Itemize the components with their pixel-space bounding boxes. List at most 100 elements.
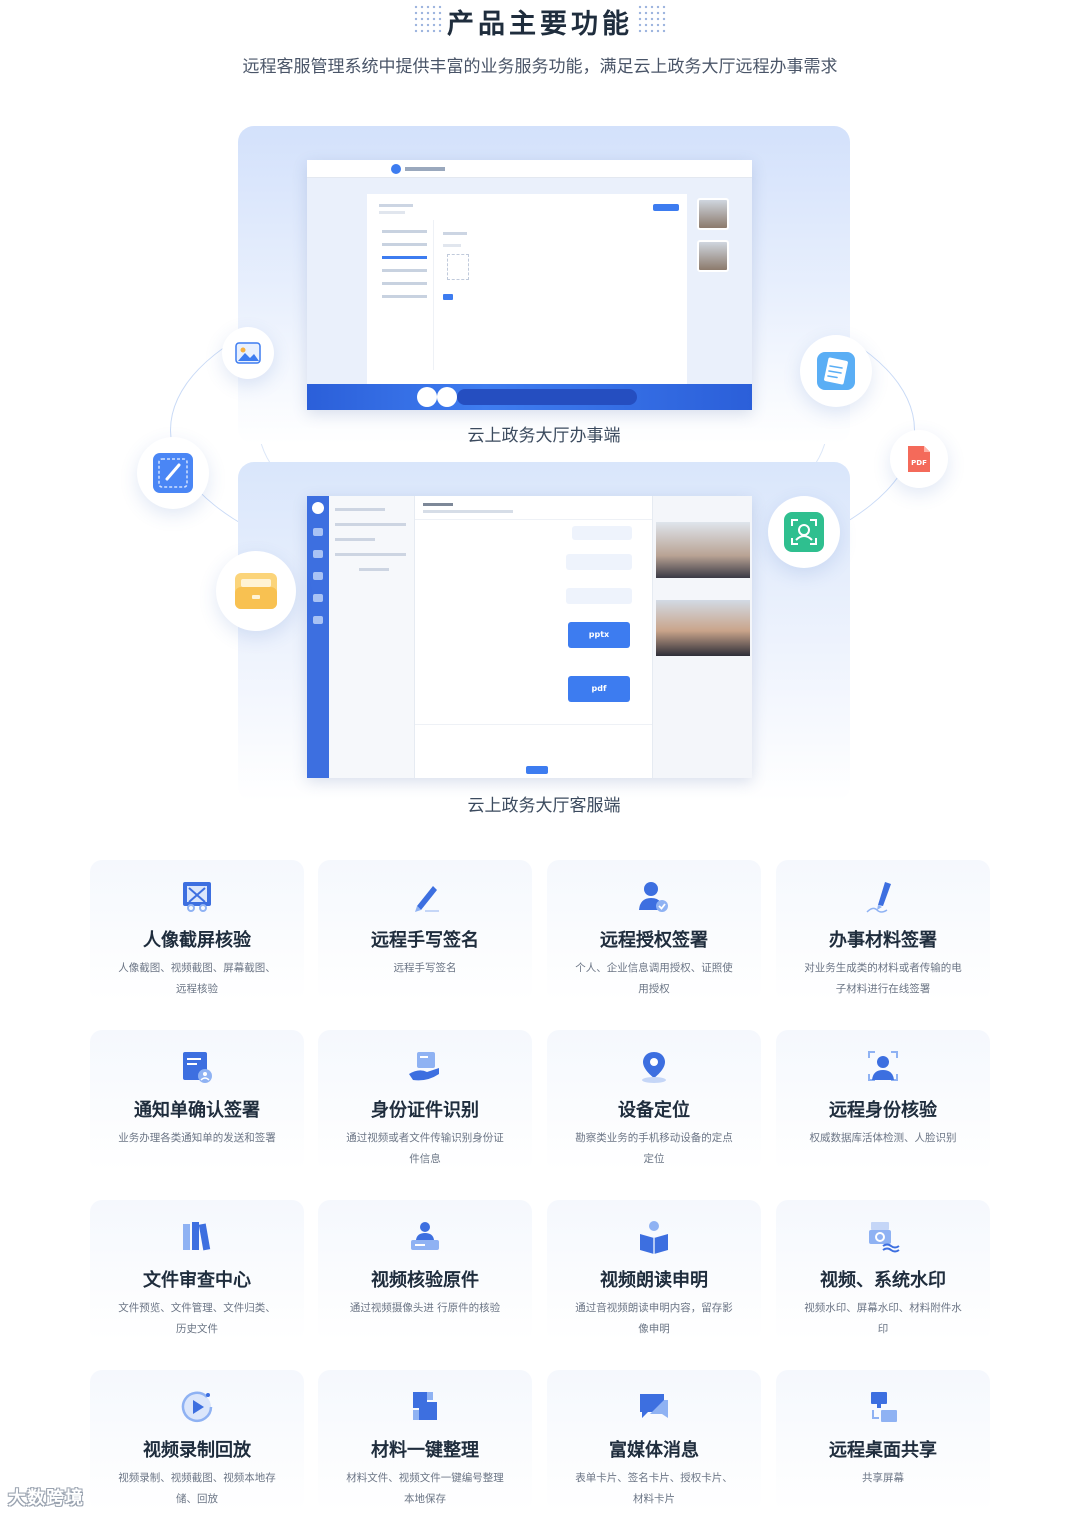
chat-message-icon [640,1394,668,1418]
feature-title: 视频核验原件 [371,1270,479,1291]
location-pin-icon [642,1052,666,1083]
feature-card: 文件审查中心 文件预览、文件管理、文件归类、历史文件 [90,1200,304,1342]
app-name-placeholder [405,167,445,171]
feature-title: 视频录制回放 [143,1440,251,1461]
organize-files-icon [413,1392,437,1420]
agent-video-feed [656,600,750,656]
face-verify-icon [868,1051,898,1081]
page-subtitle: 远程客服管理系统中提供丰富的业务服务功能，满足云上政务大厅远程办事需求 [242,57,838,77]
feature-card: 远程授权签署 个人、企业信息调用授权、证照使用授权 [547,860,761,1002]
message-bubble [566,588,632,604]
page-title: 产品主要功能 [447,9,633,40]
feature-title: 材料一键整理 [371,1440,479,1461]
service-video-panel [652,496,752,778]
folder-icon [216,551,296,631]
feature-title: 身份证件识别 [371,1100,479,1121]
office-caption: 云上政务大厅办事端 [467,426,621,446]
office-topbar [307,160,752,178]
read-statement-icon [640,1221,668,1254]
feature-title: 人像截屏核验 [143,930,251,951]
feature-desc: 勘察类业务的手机移动设备的定点定位 [575,1132,733,1165]
feature-desc: 材料文件、视频文件一键编号整理本地保存 [346,1472,504,1505]
service-nav-rail[interactable] [307,496,329,778]
notice-confirm-icon [183,1052,212,1083]
service-chat-area: pptx pdf [415,496,652,778]
feature-card: 通知单确认签署 业务办理各类通知单的发送和签署 [90,1030,304,1172]
user-video-thumb [697,240,729,272]
pdf-icon: PDF [890,430,948,488]
camera-icon[interactable] [437,387,457,407]
feature-desc: 权威数据库活体检测、人脸识别 [809,1132,957,1144]
id-card-icon [409,1052,439,1081]
feature-card: 视频、系统水印 视频水印、屏幕水印、材料附件水印 [776,1200,990,1342]
feature-card: 人像截屏核验 人像截图、视频截图、屏幕截图、远程核验 [90,860,304,1002]
submit-button[interactable] [653,204,679,211]
video-playback-icon [181,1391,213,1423]
chat-header [415,496,652,520]
service-screen-mockup: pptx pdf [307,496,752,778]
mic-icon[interactable] [417,387,437,407]
send-button[interactable] [526,766,548,774]
office-screen-mockup [307,160,752,410]
feature-title: 办事材料签署 [829,930,937,951]
office-form-card [367,194,687,384]
feature-card: 设备定位 勘察类业务的手机移动设备的定点定位 [547,1030,761,1172]
service-caption: 云上政务大厅客服端 [467,796,621,816]
feature-card: 视频核验原件 通过视频摄像头进 行原件的核验 [318,1200,532,1342]
feature-desc: 视频水印、屏幕水印、材料附件水印 [804,1302,962,1335]
agent-video-thumb [697,198,729,230]
office-steps-sidebar [372,220,434,370]
next-button[interactable] [443,294,453,300]
document-sign-icon [866,882,891,913]
cloud-logo-icon [391,164,401,174]
feature-card: 视频朗读申明 通过音视频朗读申明内容，留存影像申明 [547,1200,761,1342]
service-session-list[interactable] [329,496,415,778]
feature-card: 视频录制回放 视频录制、视频截图、视频本地存储、回放 [90,1370,304,1512]
feature-desc: 表单卡片、签名卡片、授权卡片、材料卡片 [575,1472,733,1505]
file-binders-icon [183,1222,211,1251]
feature-desc: 远程手写签名 [393,962,457,974]
feature-card: 远程桌面共享 共享屏幕 [776,1370,990,1512]
user-video-feed [656,522,750,578]
feature-desc: 文件预览、文件管理、文件归类、历史文件 [118,1302,276,1335]
feature-desc: 通过视频或者文件传输识别身份证件信息 [346,1132,504,1165]
feature-desc: 通过音视频朗读申明内容，留存影像申明 [575,1302,733,1335]
office-toolbar [307,384,752,410]
portrait-screenshot-icon [183,882,211,912]
face-scan-icon [768,496,840,568]
feature-title: 远程桌面共享 [829,1440,937,1461]
feature-card: 办事材料签署 对业务生成类的材料或者传输的电子材料进行在线签署 [776,860,990,1002]
svg-text:PDF: PDF [911,459,927,467]
feature-desc: 共享屏幕 [862,1472,904,1484]
pdf-file-card[interactable]: pdf [568,676,630,702]
message-bubble [572,526,632,540]
feature-title: 富媒体消息 [609,1440,699,1461]
feature-card: 富媒体消息 表单卡片、签名卡片、授权卡片、材料卡片 [547,1370,761,1512]
feature-desc: 业务办理各类通知单的发送和签署 [118,1132,276,1144]
watermark-text: 大数跨境 [8,1488,84,1509]
pptx-file-card[interactable]: pptx [568,622,630,648]
screen-share-icon [871,1392,897,1422]
feature-title: 视频朗读申明 [600,1270,708,1291]
feature-title: 设备定位 [618,1100,690,1121]
feature-card: 远程手写签名 远程手写签名 [318,860,532,1002]
message-bubble [566,554,632,570]
pen-signature-icon [415,886,439,912]
upload-box[interactable] [447,254,469,280]
feature-title: 文件审查中心 [143,1270,251,1291]
feature-desc: 视频录制、视频截图、视频本地存储、回放 [118,1472,276,1505]
feature-title: 远程授权签署 [600,930,708,951]
feature-title: 远程身份核验 [829,1100,937,1121]
feature-desc: 通过视频摄像头进 行原件的核验 [349,1302,501,1314]
feature-desc: 对业务生成类的材料或者传输的电子材料进行在线签署 [804,962,962,995]
toolbar-actions[interactable] [457,389,637,405]
feature-title: 远程手写签名 [371,930,479,951]
document-list-icon [800,335,872,407]
image-icon [222,327,274,379]
feature-card: 远程身份核验 权威数据库活体检测、人脸识别 [776,1030,990,1172]
authorization-icon [639,882,668,912]
watermark-icon [869,1222,900,1253]
feature-desc: 人像截图、视频截图、屏幕截图、远程核验 [118,962,276,995]
feature-card: 身份证件识别 通过视频或者文件传输识别身份证件信息 [318,1030,532,1172]
feature-title: 通知单确认签署 [134,1100,260,1121]
